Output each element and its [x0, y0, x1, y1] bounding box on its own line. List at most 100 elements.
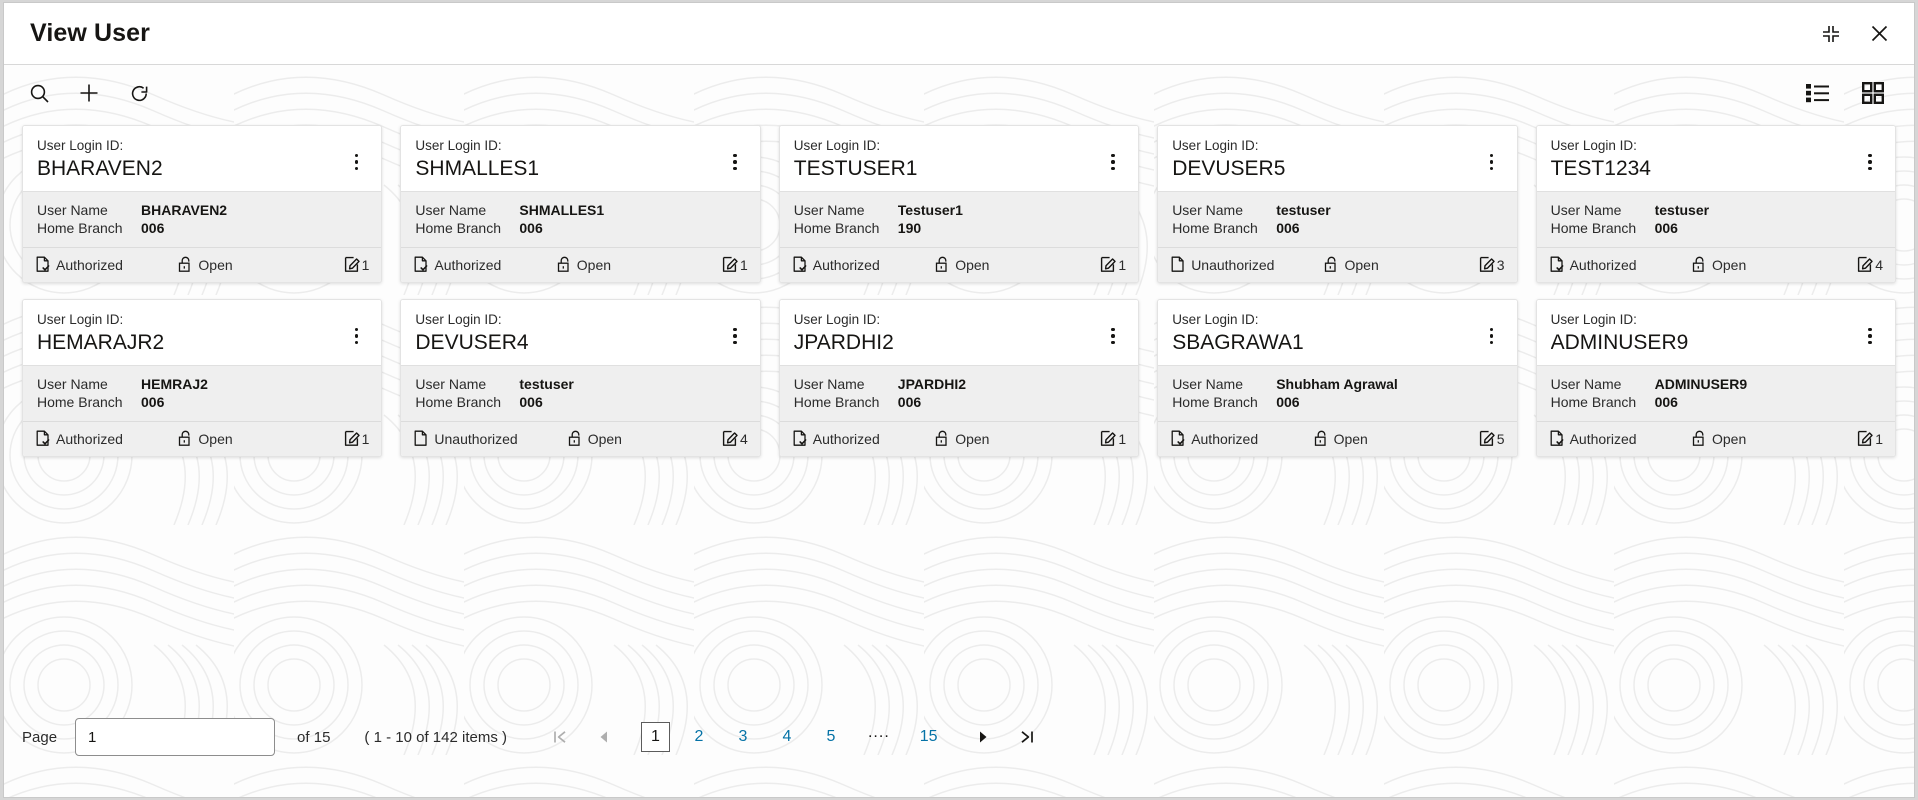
page-button-4[interactable]: 4 — [772, 722, 802, 752]
record-lock-status: Open — [557, 256, 611, 273]
home-branch-label: Home Branch — [1172, 394, 1258, 410]
close-icon[interactable] — [1866, 21, 1892, 47]
user-name-value: testuser — [1276, 202, 1331, 218]
login-id-value: JPARDHI2 — [793, 331, 894, 354]
modification-number-text: 1 — [1118, 256, 1127, 273]
home-branch-row: Home Branch 006 — [1172, 219, 1502, 237]
page-button-1[interactable]: 1 — [640, 722, 670, 752]
kebab-menu-icon[interactable] — [1481, 321, 1503, 351]
modification-number-text: 4 — [739, 430, 748, 447]
open-lock-icon — [935, 256, 950, 273]
home-branch-value: 006 — [141, 220, 165, 236]
page-number-input[interactable] — [75, 718, 276, 756]
user-card[interactable]: User Login ID: DEVUSER5 User Name testuser H… — [1157, 125, 1518, 283]
kebab-menu-icon[interactable] — [345, 321, 367, 351]
user-card-header: User Login ID: BHARAVEN2 — [23, 126, 382, 191]
window-controls — [1818, 21, 1892, 47]
kebab-menu-icon[interactable] — [1481, 147, 1503, 177]
user-card-footer: Authorized Open 1 — [23, 421, 382, 456]
authorization-status: Authorized — [413, 256, 501, 273]
user-card[interactable]: User Login ID: SBAGRAWA1 User Name Shubham … — [1157, 299, 1518, 457]
user-card-header: User Login ID: TEST1234 — [1536, 126, 1895, 191]
record-lock-status: Open — [568, 430, 622, 447]
user-card[interactable]: User Login ID: ADMINUSER9 User Name ADMINUS… — [1535, 299, 1896, 457]
previous-page-icon[interactable] — [587, 722, 621, 752]
user-card-details: User Name HEMRAJ2 Home Branch 006 — [23, 365, 382, 421]
plus-icon[interactable] — [72, 76, 106, 110]
refresh-icon[interactable] — [122, 76, 156, 110]
login-id-label: User Login ID: — [415, 138, 502, 153]
authorization-status-text: Authorized — [1191, 430, 1259, 447]
page-button-5[interactable]: 5 — [816, 722, 846, 752]
home-branch-row: Home Branch 006 — [1551, 393, 1881, 411]
kebab-menu-icon[interactable] — [1859, 321, 1881, 351]
home-branch-row: Home Branch 006 — [37, 219, 367, 237]
open-lock-icon — [1324, 256, 1339, 273]
user-name-row: User Name BHARAVEN2 — [37, 201, 367, 219]
modification-number: 4 — [722, 430, 748, 447]
user-card[interactable]: User Login ID: JPARDHI2 User Name JPARDHI2 H… — [778, 299, 1140, 457]
next-page-icon[interactable] — [966, 722, 1000, 752]
kebab-menu-icon[interactable] — [724, 321, 746, 351]
list-view-icon[interactable] — [1800, 76, 1834, 110]
user-card-footer: Authorized Open 1 — [401, 247, 760, 282]
home-branch-value: 006 — [1654, 394, 1678, 410]
user-card-header-texts: User Login ID: TEST1234 — [1551, 137, 1859, 182]
modification-number: 1 — [1100, 256, 1126, 273]
user-card-details: User Name ADMINUSER9 Home Branch 006 — [1536, 365, 1895, 421]
home-branch-label: Home Branch — [1550, 220, 1637, 236]
kebab-menu-icon[interactable] — [1102, 147, 1124, 177]
page-content: User Login ID: BHARAVEN2 User Name BHARAVEN… — [4, 65, 1914, 797]
login-id-label: User Login ID: — [1550, 138, 1637, 153]
user-card[interactable]: User Login ID: HEMARAJR2 User Name HEMRAJ2 H… — [22, 299, 383, 457]
open-lock-icon — [935, 430, 950, 447]
grid-view-icon[interactable] — [1856, 76, 1890, 110]
user-name-label: User Name — [793, 202, 865, 218]
last-page-icon[interactable] — [1010, 722, 1044, 752]
user-cards-region: User Login ID: BHARAVEN2 User Name BHARAVEN… — [4, 121, 1914, 457]
login-id-label: User Login ID: — [37, 312, 124, 327]
modification-number: 4 — [1857, 256, 1883, 273]
first-page-icon[interactable] — [543, 722, 577, 752]
home-branch-label: Home Branch — [793, 394, 880, 410]
record-lock-status: Open — [178, 256, 233, 273]
unauthorized-document-icon — [413, 430, 429, 447]
window-titlebar: View User — [4, 3, 1914, 65]
user-name-row: User Name JPARDHI2 — [794, 375, 1124, 393]
login-id-value: SBAGRAWA1 — [1172, 331, 1304, 354]
edit-document-icon — [1857, 256, 1873, 273]
user-cards-grid: User Login ID: BHARAVEN2 User Name BHARAVEN… — [22, 125, 1896, 457]
record-lock-status-text: Open — [576, 256, 612, 273]
kebab-menu-icon[interactable] — [345, 147, 367, 177]
kebab-menu-icon[interactable] — [1102, 321, 1124, 351]
open-lock-icon — [1692, 256, 1707, 273]
toolbar-left-group — [22, 76, 156, 110]
total-pages-label: of 15 — [297, 728, 331, 746]
search-icon[interactable] — [22, 76, 56, 110]
kebab-menu-icon[interactable] — [1859, 147, 1881, 177]
user-card[interactable]: User Login ID: BHARAVEN2 User Name BHARAVEN… — [22, 125, 383, 283]
page-button-2[interactable]: 2 — [684, 722, 714, 752]
record-lock-status: Open — [935, 430, 989, 447]
user-card[interactable]: User Login ID: TEST1234 User Name testuser H… — [1535, 125, 1896, 283]
login-id-value: BHARAVEN2 — [37, 157, 163, 180]
user-card[interactable]: User Login ID: DEVUSER4 User Name testuser H… — [400, 299, 761, 457]
modification-number: 5 — [1479, 430, 1505, 447]
user-name-label: User Name — [1172, 376, 1243, 392]
authorization-status: Authorized — [1170, 430, 1258, 447]
user-name-value: Testuser1 — [897, 202, 963, 218]
login-id-value: ADMINUSER9 — [1550, 331, 1689, 354]
page-button-15[interactable]: 15 — [912, 722, 946, 752]
kebab-menu-icon[interactable] — [724, 147, 746, 177]
user-card[interactable]: User Login ID: SHMALLES1 User Name SHMALLES… — [400, 125, 761, 283]
home-branch-row: Home Branch 006 — [415, 219, 745, 237]
modification-number: 1 — [1100, 430, 1126, 447]
edit-document-icon — [1479, 430, 1495, 447]
page-label: Page — [22, 728, 58, 746]
collapse-icon[interactable] — [1818, 21, 1844, 47]
record-lock-status-text: Open — [198, 430, 233, 447]
record-lock-status-text: Open — [587, 430, 622, 447]
user-card[interactable]: User Login ID: TESTUSER1 User Name Testuser… — [778, 125, 1140, 283]
page-button-3[interactable]: 3 — [728, 722, 758, 752]
user-card-header-texts: User Login ID: SHMALLES1 — [415, 137, 723, 182]
